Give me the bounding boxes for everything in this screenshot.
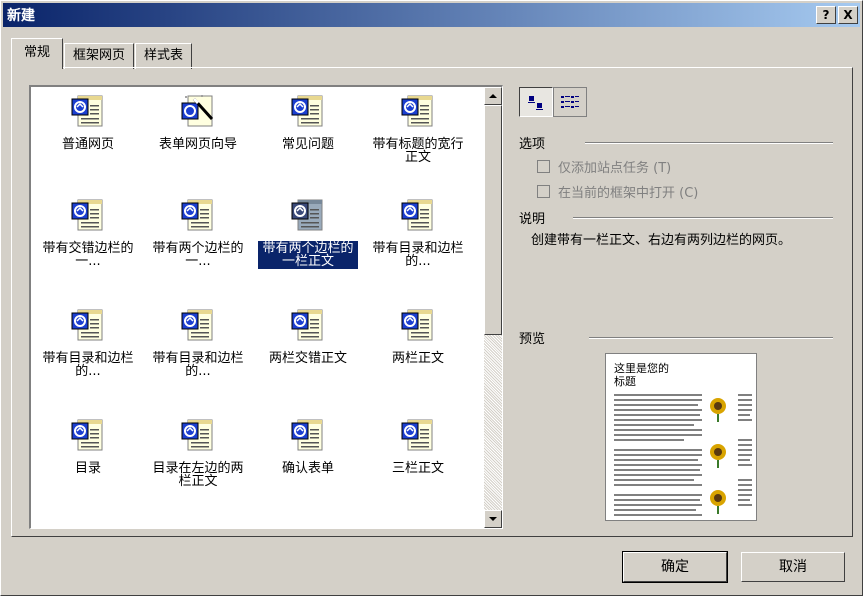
open-in-frame-checkbox[interactable]: 在当前的框架中打开 (C) <box>537 182 698 201</box>
scroll-up-button[interactable] <box>484 87 502 105</box>
add-task-checkbox[interactable]: 仅添加站点任务 (T) <box>537 157 671 176</box>
template-label: 带有目录和边栏的... <box>372 241 464 269</box>
page-template-icon <box>291 95 323 127</box>
template-label: 目录 <box>74 461 101 476</box>
template-item[interactable]: 普通网页 <box>38 93 138 152</box>
template-item[interactable]: 带有目录和边栏的... <box>368 197 468 269</box>
tab-frames-pages[interactable]: 框架网页 <box>64 43 135 69</box>
scroll-down-button[interactable] <box>484 510 502 528</box>
page-template-icon <box>71 309 103 341</box>
arrow-up-icon <box>489 94 497 98</box>
template-label: 带有两个边栏的一栏正文 <box>257 240 359 270</box>
template-label: 两栏正文 <box>391 351 444 366</box>
template-label: 表单网页向导 <box>158 137 237 152</box>
template-item[interactable]: 常见问题 <box>258 93 358 152</box>
template-item[interactable]: 带有目录和边栏的... <box>148 307 248 379</box>
large-icons-view-button[interactable] <box>519 87 553 117</box>
page-template-icon <box>401 199 433 231</box>
page-template-icon <box>291 419 323 451</box>
preview-divider <box>589 337 833 339</box>
template-label: 普通网页 <box>61 137 114 152</box>
page-template-icon <box>71 95 103 127</box>
page-template-icon <box>181 309 213 341</box>
help-button[interactable]: ? <box>816 6 836 24</box>
page-template-icon <box>401 309 433 341</box>
page-template-icon <box>181 419 213 451</box>
preview-group-label: 预览 <box>519 328 552 347</box>
preview-pane: 这里是您的 标题 <box>605 353 757 521</box>
template-item[interactable]: 三栏正文 <box>368 417 468 476</box>
template-item[interactable]: 带有标题的宽行正文 <box>368 93 468 165</box>
title-bar[interactable]: 新建 ? X <box>3 3 860 27</box>
page-template-icon <box>401 419 433 451</box>
vertical-scrollbar[interactable] <box>484 87 502 528</box>
large-icons-icon <box>528 96 543 110</box>
add-task-label: 仅添加站点任务 (T) <box>558 161 672 176</box>
page-template-icon <box>71 199 103 231</box>
template-item[interactable]: 带有两个边栏的一栏正文 <box>257 197 359 270</box>
options-group-label: 选项 <box>519 133 552 152</box>
page-template-icon <box>291 309 323 341</box>
new-dialog: 新建 ? X 常规 框架网页 样式表 普通网页 表单网页向导 常见问题 带有标题… <box>0 0 863 596</box>
page-template-icon <box>291 199 323 231</box>
ok-button[interactable]: 确定 <box>622 551 728 583</box>
template-label: 确认表单 <box>281 461 334 476</box>
description-group-label: 说明 <box>519 208 552 227</box>
preview-thumbnail <box>614 394 752 516</box>
template-label: 常见问题 <box>281 137 334 152</box>
template-label: 两栏交错正文 <box>268 351 347 366</box>
scroll-thumb[interactable] <box>484 105 502 335</box>
template-item[interactable]: 表单网页向导 <box>148 93 248 152</box>
template-item[interactable]: 目录 <box>38 417 138 476</box>
view-toggle <box>519 87 587 117</box>
template-label: 带有标题的宽行正文 <box>372 137 464 165</box>
template-item[interactable]: 带有目录和边栏的... <box>38 307 138 379</box>
checkbox-box <box>537 185 550 198</box>
list-view-icon <box>561 96 579 108</box>
close-button[interactable]: X <box>838 6 858 24</box>
page-template-icon <box>71 419 103 451</box>
page-template-icon <box>181 199 213 231</box>
template-item[interactable]: 两栏交错正文 <box>258 307 358 366</box>
open-in-frame-label: 在当前的框架中打开 (C) <box>558 186 699 201</box>
template-label: 带有两个边栏的一... <box>152 241 244 269</box>
template-item[interactable]: 确认表单 <box>258 417 358 476</box>
checkbox-box <box>537 160 550 173</box>
template-label: 目录在左边的两栏正文 <box>152 461 244 489</box>
page-template-icon <box>401 95 433 127</box>
window-title: 新建 <box>7 8 35 24</box>
template-item[interactable]: 带有两个边栏的一... <box>148 197 248 269</box>
description-text: 创建带有一栏正文、右边有两列边栏的网页。 <box>531 233 792 248</box>
options-divider <box>585 142 833 144</box>
template-label: 带有交错边栏的一... <box>42 241 134 269</box>
template-item[interactable]: 带有交错边栏的一... <box>38 197 138 269</box>
template-label: 三栏正文 <box>391 461 444 476</box>
template-item[interactable]: 目录在左边的两栏正文 <box>148 417 248 489</box>
description-divider <box>573 217 833 219</box>
arrow-down-icon <box>489 517 497 521</box>
tab-strip: 常规 框架网页 样式表 <box>11 37 193 69</box>
tab-general[interactable]: 常规 <box>11 38 64 69</box>
template-label: 带有目录和边栏的... <box>152 351 244 379</box>
template-list[interactable]: 普通网页 表单网页向导 常见问题 带有标题的宽行正文 带有交错边栏的一... 带… <box>29 85 503 529</box>
template-item[interactable]: 两栏正文 <box>368 307 468 366</box>
cancel-button[interactable]: 取消 <box>741 552 845 582</box>
title-bar-buttons: ? X <box>816 6 858 24</box>
tab-style-sheets[interactable]: 样式表 <box>135 43 193 69</box>
template-label: 带有目录和边栏的... <box>42 351 134 379</box>
wizard-template-icon <box>181 95 214 127</box>
list-view-button[interactable] <box>553 87 587 117</box>
